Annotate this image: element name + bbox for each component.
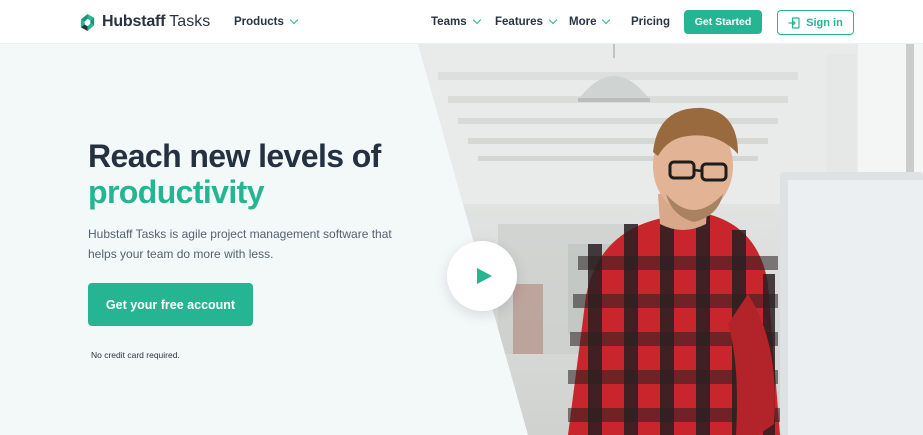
nav-features-label: Features xyxy=(495,16,543,28)
sign-in-icon xyxy=(788,16,800,29)
top-navigation: Hubstaff Tasks Products Teams Features M… xyxy=(0,0,923,44)
nav-teams-label: Teams xyxy=(431,16,467,28)
play-icon xyxy=(477,268,492,284)
logo-product: Tasks xyxy=(169,13,211,30)
nav-teams[interactable]: Teams xyxy=(431,14,481,30)
chevron-down-icon xyxy=(548,15,558,25)
get-started-button[interactable]: Get Started xyxy=(684,10,762,34)
get-free-account-button[interactable]: Get your free account xyxy=(88,283,253,326)
nav-pricing[interactable]: Pricing xyxy=(631,14,670,30)
hubstaff-logo-icon xyxy=(80,13,95,31)
no-credit-card-note: No credit card required. xyxy=(91,350,180,360)
logo-brand: Hubstaff xyxy=(102,13,166,30)
hero-headline-line1: Reach new levels of xyxy=(88,138,381,174)
nav-products-label: Products xyxy=(234,16,284,28)
nav-more[interactable]: More xyxy=(569,14,611,30)
nav-more-label: More xyxy=(569,16,597,28)
chevron-down-icon xyxy=(472,15,481,25)
nav-pricing-label: Pricing xyxy=(631,16,670,28)
hero-subtext: Hubstaff Tasks is agile project manageme… xyxy=(88,227,392,261)
logo[interactable]: Hubstaff Tasks xyxy=(78,11,210,33)
chevron-down-icon xyxy=(602,15,611,25)
play-video-button[interactable] xyxy=(447,241,517,311)
nav-features[interactable]: Features xyxy=(495,14,558,30)
sign-in-label: Sign in xyxy=(806,16,843,29)
sign-in-button[interactable]: Sign in xyxy=(777,10,854,35)
hero-headline-accent: productivity xyxy=(88,174,265,210)
chevron-down-icon xyxy=(289,15,299,25)
nav-products[interactable]: Products xyxy=(234,14,299,30)
hero-headline: Reach new levels of productivity xyxy=(88,138,381,210)
